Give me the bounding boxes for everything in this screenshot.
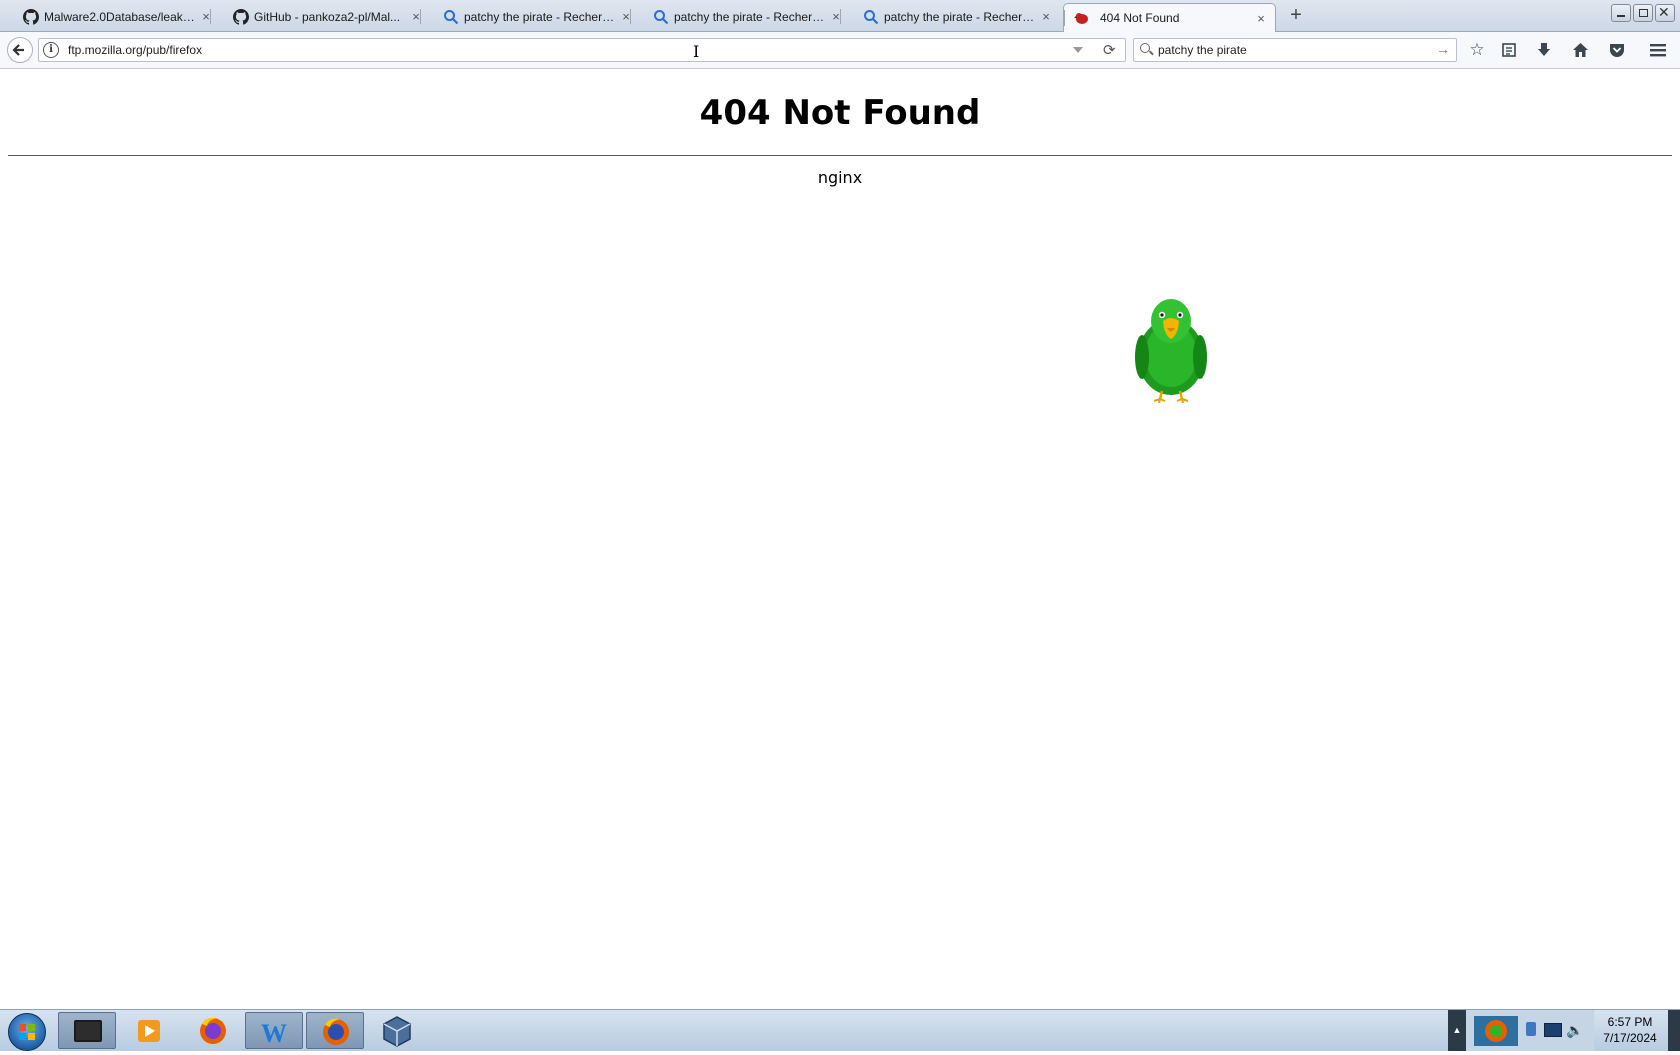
taskbar-virtualbox[interactable] — [368, 1012, 426, 1049]
tab-title: patchy the pirate - Recherc... — [674, 9, 828, 24]
taskbar-firefox[interactable] — [184, 1012, 242, 1049]
bookmark-star-button[interactable]: ☆ — [1466, 39, 1488, 61]
navigation-toolbar: i ftp.mozilla.org/pub/firefox ⟳ patchy t… — [0, 32, 1680, 69]
parrot-icon — [1074, 13, 1088, 24]
home-button[interactable] — [1569, 39, 1591, 61]
search-bar[interactable]: patchy the pirate → — [1133, 38, 1457, 62]
back-arrow-icon — [12, 44, 24, 56]
home-icon — [1572, 43, 1588, 57]
menu-icon — [1650, 44, 1666, 57]
clock-time: 6:57 PM — [1607, 1015, 1653, 1029]
system-clock[interactable]: 6:57 PM 7/17/2024 — [1596, 1014, 1664, 1046]
downloads-button[interactable] — [1533, 39, 1555, 61]
system-tray: 🔈 — [1466, 1010, 1594, 1051]
taskbar-wordpad[interactable]: W — [245, 1012, 303, 1049]
taskbar-terminal[interactable] — [58, 1012, 116, 1049]
tray-parrot-icon[interactable] — [1472, 1010, 1522, 1051]
network-icon[interactable] — [1544, 1023, 1562, 1037]
server-name: nginx — [817, 168, 863, 187]
firefox-icon — [323, 1018, 349, 1045]
download-icon — [1538, 43, 1550, 56]
page-content: 404 Not Found nginx — [0, 69, 1680, 1009]
reading-list-button[interactable] — [1498, 39, 1520, 61]
reading-list-icon — [1502, 43, 1516, 57]
restore-button[interactable] — [1633, 4, 1653, 22]
tab-github-pankoza[interactable]: GitHub - pankoza2-pl/Mal... × — [210, 3, 430, 30]
tab-title: 404 Not Found — [1100, 11, 1180, 25]
text-cursor-icon: Ⅰ — [693, 42, 700, 61]
tab-search-2[interactable]: patchy the pirate - Recherc... × — [630, 3, 850, 30]
show-desktop-button[interactable] — [1668, 1010, 1680, 1051]
start-button[interactable] — [8, 1013, 46, 1051]
search-input[interactable]: patchy the pirate — [1158, 43, 1247, 57]
volume-icon[interactable]: 🔈 — [1566, 1022, 1583, 1039]
github-icon — [233, 9, 249, 25]
star-icon: ☆ — [1469, 40, 1485, 59]
taskbar-media-player[interactable] — [120, 1012, 178, 1049]
minimize-button[interactable] — [1611, 4, 1631, 22]
security-icon[interactable] — [1526, 1022, 1536, 1036]
close-window-button[interactable]: ✕ — [1655, 4, 1675, 22]
virtualbox-icon — [383, 1016, 411, 1047]
url-input[interactable]: ftp.mozilla.org/pub/firefox — [68, 43, 202, 57]
wordpad-icon: W — [261, 1019, 287, 1048]
open-menu-button[interactable] — [1647, 39, 1669, 61]
taskbar: W ▲ 🔈 6:57 PM 7/17/2024 — [0, 1009, 1680, 1051]
windows-logo-icon — [19, 1024, 35, 1040]
tab-strip: Malware2.0Database/leake... × GitHub - p… — [0, 0, 1680, 32]
tab-search-3[interactable]: patchy the pirate - Recherc... × — [840, 3, 1060, 30]
tab-search-1[interactable]: patchy the pirate - Recherc... × — [420, 3, 640, 30]
terminal-icon — [74, 1020, 102, 1042]
tab-404-active[interactable]: 404 Not Found × — [1063, 3, 1276, 32]
minimize-icon — [1617, 15, 1625, 17]
tab-title: Malware2.0Database/leake... — [44, 9, 198, 24]
reload-icon[interactable]: ⟳ — [1103, 41, 1116, 59]
svg-text:W: W — [261, 1019, 287, 1048]
search-icon — [864, 10, 879, 25]
show-hidden-icons-button[interactable]: ▲ — [1448, 1010, 1466, 1051]
url-bar[interactable]: i ftp.mozilla.org/pub/firefox ⟳ — [38, 38, 1126, 62]
search-go-icon[interactable]: → — [1436, 41, 1450, 57]
parrot-image — [1135, 299, 1207, 403]
new-tab-button[interactable]: + — [1284, 3, 1308, 27]
github-icon — [23, 9, 39, 25]
close-icon: ✕ — [1658, 4, 1670, 20]
site-info-icon[interactable]: i — [43, 42, 59, 58]
tab-github-malware[interactable]: Malware2.0Database/leake... × — [0, 3, 220, 30]
tab-title: GitHub - pankoza2-pl/Mal... — [254, 9, 401, 24]
pocket-icon — [1610, 44, 1624, 57]
back-button[interactable] — [7, 37, 33, 63]
restore-icon — [1639, 9, 1648, 17]
url-dropdown-icon[interactable] — [1073, 47, 1083, 53]
search-icon — [444, 10, 459, 25]
page-title: 404 Not Found — [699, 93, 981, 133]
media-player-icon — [138, 1020, 160, 1042]
firefox-icon — [200, 1017, 226, 1044]
tab-close-button[interactable]: × — [1038, 9, 1054, 24]
taskbar-firefox-active[interactable] — [306, 1012, 364, 1049]
tab-close-button[interactable]: × — [1253, 11, 1269, 26]
tab-title: patchy the pirate - Recherc... — [884, 9, 1038, 24]
clock-date: 7/17/2024 — [1603, 1031, 1657, 1045]
tab-title: patchy the pirate - Recherc... — [464, 9, 618, 24]
search-icon[interactable] — [1140, 43, 1150, 53]
pocket-button[interactable] — [1606, 39, 1628, 61]
search-icon — [654, 10, 669, 25]
divider — [8, 155, 1672, 156]
